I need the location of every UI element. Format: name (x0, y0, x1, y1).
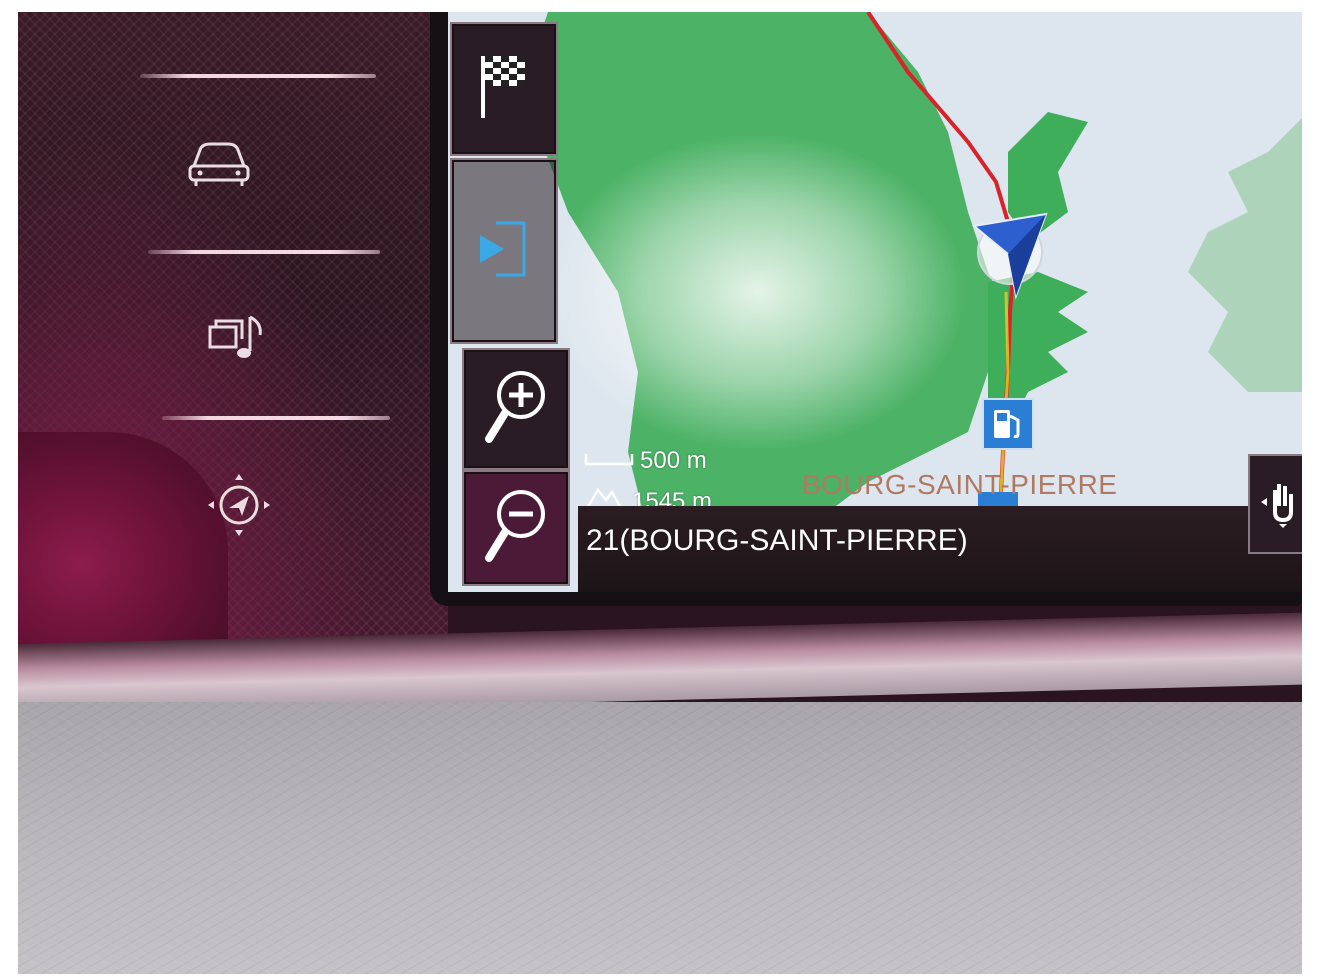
seat-fabric (18, 432, 228, 672)
zoom-out-icon (483, 486, 549, 571)
fuel-station-icon[interactable] (982, 398, 1034, 450)
photo-frame: 500 m 1545 m BOURG-SAINT-PIERRE 21(BOURG… (18, 12, 1302, 974)
scale-bar-icon (584, 447, 634, 475)
console-divider (148, 250, 380, 254)
vehicle-button[interactable] (164, 130, 274, 200)
media-button[interactable] (184, 304, 294, 374)
zoom-in-icon (483, 367, 549, 452)
dashboard-surface (18, 702, 1302, 974)
side-panel-button[interactable] (450, 158, 558, 344)
zoom-in-button[interactable] (462, 348, 570, 470)
navigation-map[interactable] (448, 12, 1302, 592)
panel-open-icon (474, 217, 534, 286)
vehicle-position-icon (968, 208, 1048, 309)
navigation-arrow-icon (202, 468, 276, 547)
side-console (18, 12, 448, 672)
console-divider (162, 416, 390, 420)
destination-button[interactable] (450, 22, 558, 156)
zoom-out-button[interactable] (462, 470, 570, 586)
hand-pan-icon (1257, 472, 1297, 537)
current-road-text: 21(BOURG-SAINT-PIERRE) (586, 524, 968, 557)
scale-text: 500 m (640, 447, 707, 474)
pan-control-button[interactable] (1248, 454, 1302, 554)
town-label: BOURG-SAINT-PIERRE (802, 469, 1118, 500)
checkered-flag-icon (477, 52, 531, 127)
console-divider (140, 74, 376, 78)
map-scale: 500 m (584, 447, 707, 475)
car-icon (186, 138, 252, 193)
navigation-button[interactable] (184, 472, 294, 542)
map-terrain (528, 12, 1302, 592)
media-music-icon (204, 309, 274, 370)
